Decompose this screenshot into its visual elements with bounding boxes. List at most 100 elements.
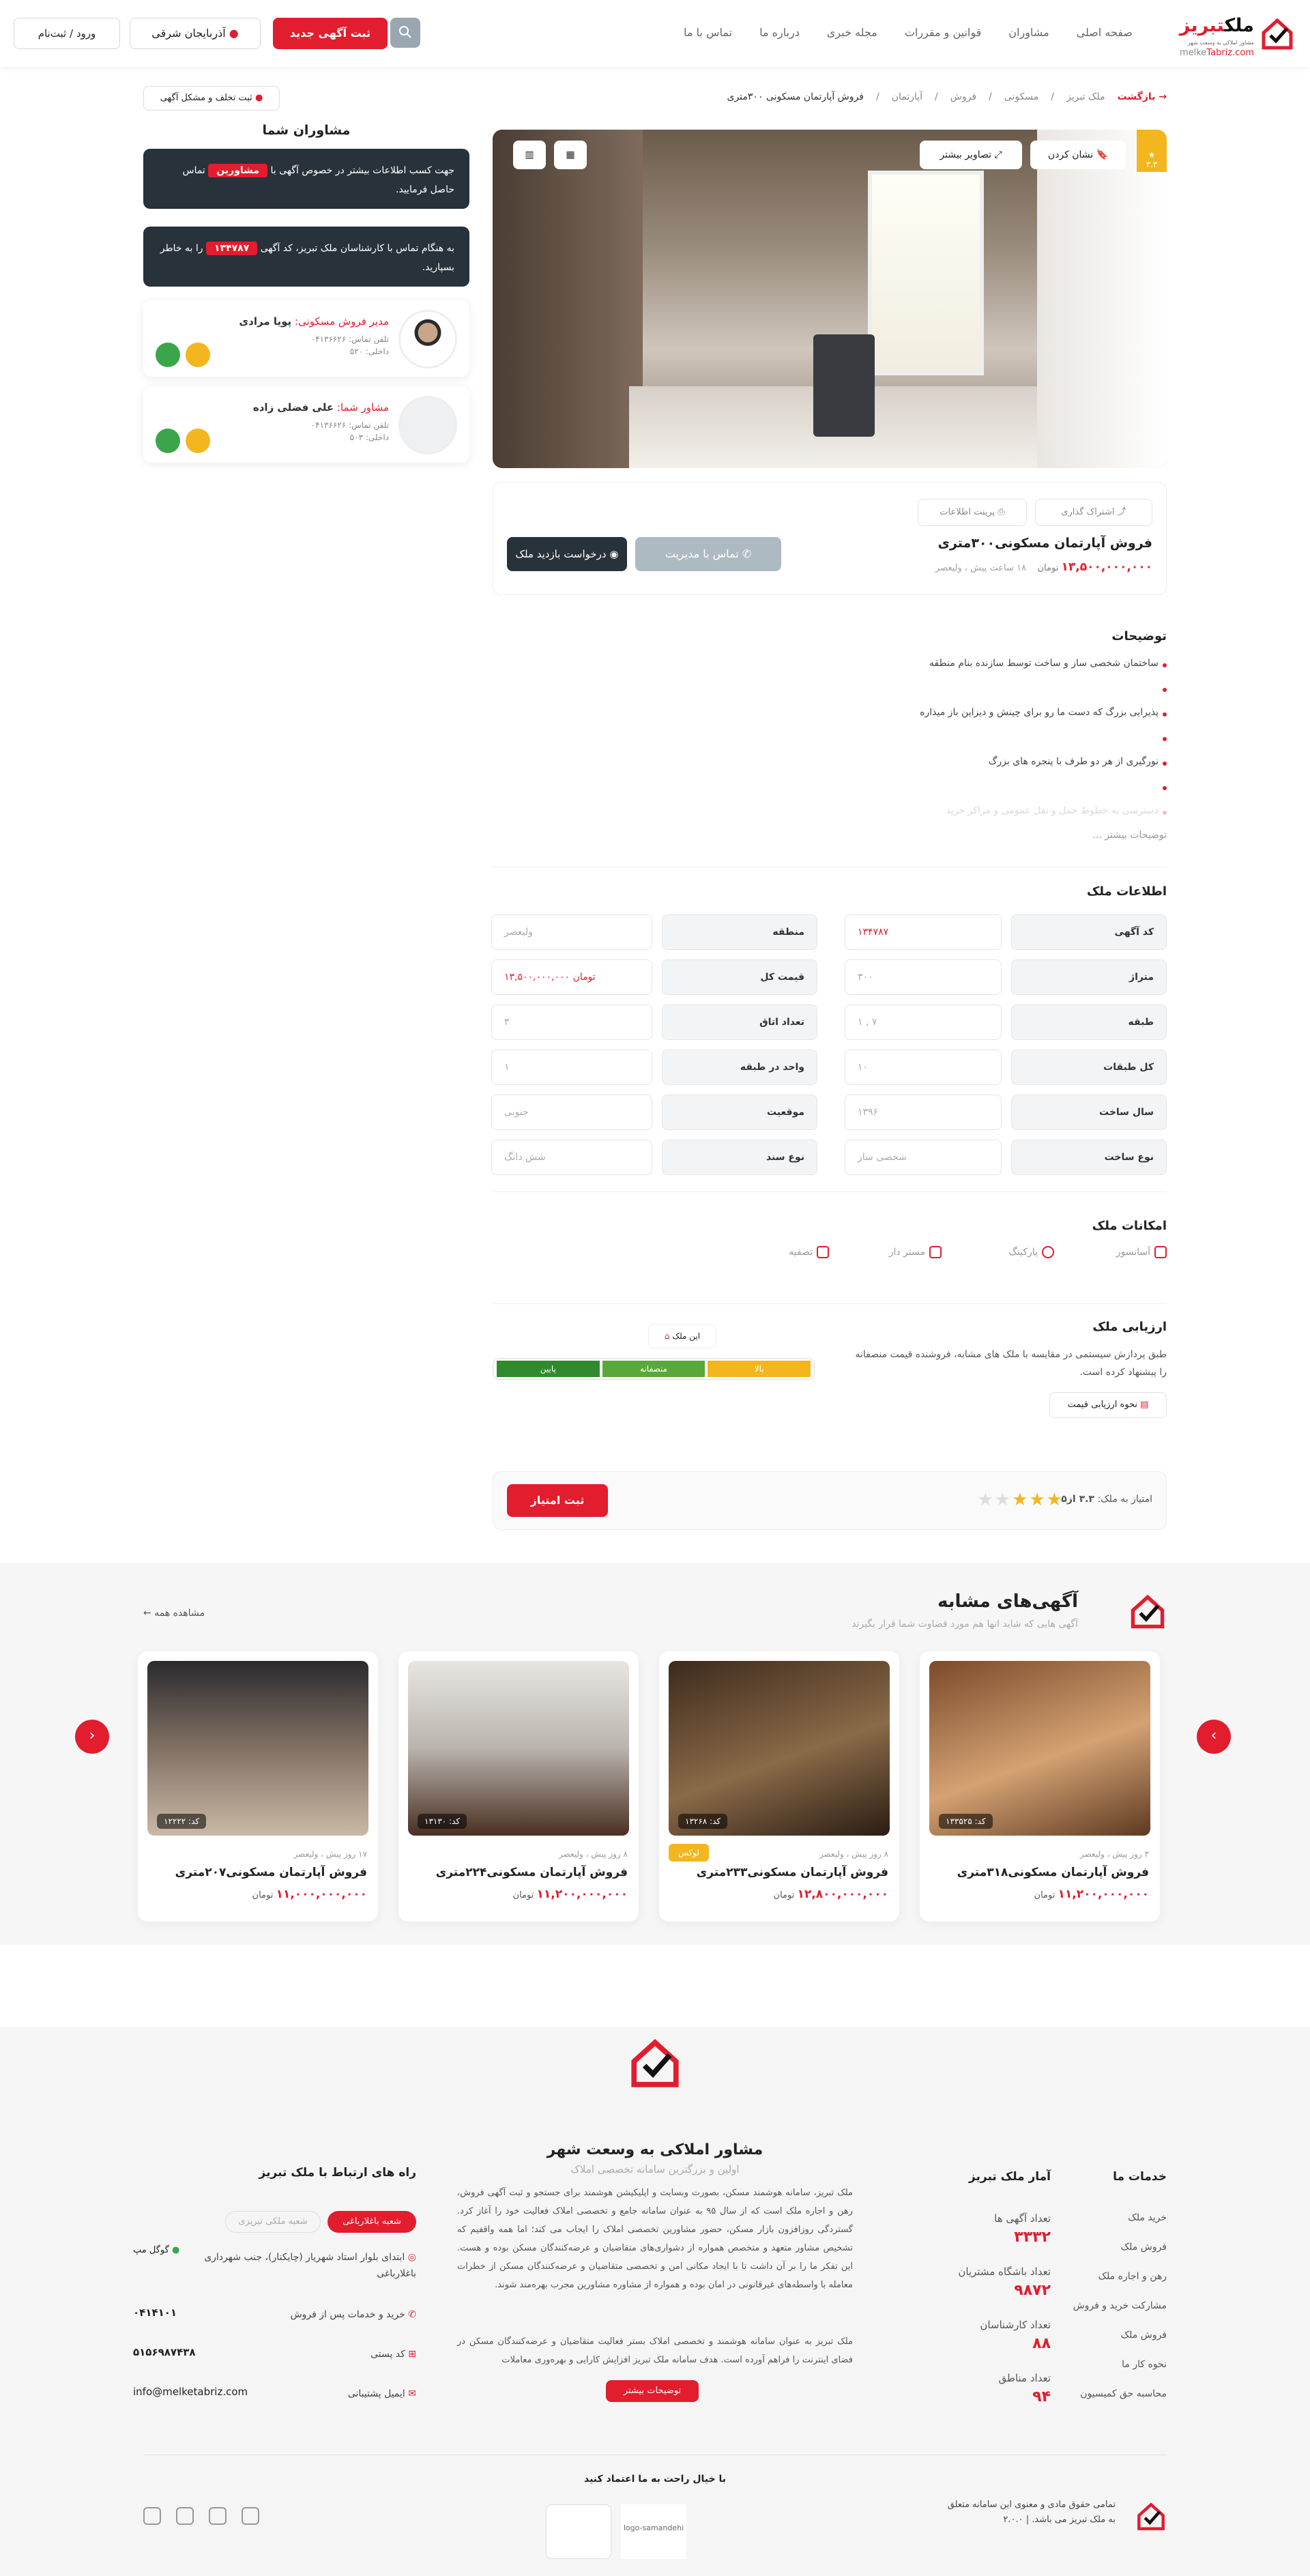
contact-manager-button[interactable]: ✆ تماس با مدیریت [635,537,781,571]
branch-tab-active[interactable]: شعبه باغلارباغی [328,2211,416,2233]
similar-ads-section: آگهی‌های مشابه آگهی هایی که شاید انها هم… [0,1563,1310,1945]
house-logo-icon [1262,18,1293,50]
breadcrumb-item[interactable]: ملک تبریز [1066,91,1105,102]
ad-meta: ۳ روز پیش ، ولیعصر [1079,1849,1149,1859]
property-summary: ⤴ اشتراک گذاری ⎙ پرینت اطلاعات فروش آپار… [493,482,1167,595]
layout-button[interactable]: ▦ [554,141,587,169]
property-field-label: کد آگهی [1011,914,1167,950]
similar-ad-card[interactable]: کد: ۱۲۲۲۲ ۱۷ روز پیش ، ولیعصر فروش آپارت… [138,1651,378,1922]
property-field-label: متراژ [1011,959,1167,995]
adviser-role: مدیر فروش مسکونی: پویا مرادی [239,315,389,328]
search-icon [399,25,411,38]
property-field-value: ۱ [491,1050,652,1085]
chat-button[interactable] [186,343,210,367]
service-link[interactable]: محاسبه حق کمیسیون [1080,2388,1167,2399]
call-button[interactable] [156,429,180,453]
gallery-button[interactable]: ⤢ تصاویر بیشتر [920,141,1022,169]
report-ad-button[interactable]: ● ثبت تخلف و مشکل آگهی [143,86,280,111]
ad-title: فروش آپارتمان مسکونی۳۱۸متری [957,1866,1149,1879]
branch-select[interactable]: ● آذربایجان شرقی [130,18,261,49]
visit-request-button[interactable]: ◉ درخواست بازدید ملک [507,537,627,571]
support-phone[interactable]: ۰۴۱۴۱۰۱ [133,2306,177,2319]
breadcrumb-item[interactable]: مسکونی [1004,91,1039,102]
ad-code: کد: ۱۳۱۳۰ [418,1814,467,1829]
description-item: نورگیری از هر دو طرف با پنجره های بزرگ [988,756,1159,767]
property-field-label: قیمت کل [662,959,817,995]
whatsapp-icon[interactable] [209,2507,227,2525]
footer-subtitle: اولین و بزرگترین سامانه تخصصی املاک [570,2163,740,2175]
login-button[interactable]: ورود / ثبت‌نام [14,18,120,49]
stats-button[interactable]: ▥ [513,141,546,169]
bookmark-button[interactable]: 🔖 نشان کردن [1030,141,1126,169]
adviser-card[interactable]: مشاور شما: علی فضلی زاده تلفن تماس: ۰۴۱۳… [143,386,469,463]
ad-price: ۱۱,۰۰۰,۰۰۰,۰۰۰ تومان [252,1887,367,1901]
service-link[interactable]: فروش ملک [1121,2330,1167,2341]
search-button[interactable] [390,18,420,48]
footer: مشاور املاکی به وسعت شهر اولین و بزرگتری… [0,2027,1310,2576]
service-link[interactable]: مشارکت خرید و فروش [1073,2300,1167,2311]
footer-more-button[interactable]: توضیحات بیشتر [606,2380,699,2402]
submit-rating-button[interactable]: ثبت امتیاز [507,1484,608,1517]
property-photo[interactable]: ★ ۳.۳ 🔖 نشان کردن ⤢ تصاویر بیشتر ▦ ▥ [493,130,1167,468]
description-item-faded: دسترسی به خطوط حمل و نقل عمومی و مراکز خ… [946,805,1159,816]
nav-magazine[interactable]: مجله خبری [827,26,877,39]
star-icon: ★ [1148,150,1156,160]
advisers-title: مشاوران شما [262,123,351,138]
print-button[interactable]: ⎙ پرینت اطلاعات [918,499,1027,526]
adviser-phone: تلفن تماس: ۰۴۱۳۶۶۲۶ [310,420,389,430]
instagram-icon[interactable] [176,2507,194,2525]
service-link[interactable]: نحوه کار ما [1122,2359,1167,2370]
bed-icon [929,1246,942,1258]
similar-ad-card[interactable]: کد: ۱۳۳۵۲۵ ۳ روز پیش ، ولیعصر فروش آپارت… [920,1651,1160,1922]
nav-advisers[interactable]: مشاوران [1008,26,1049,39]
service-link[interactable]: رهن و اجاره ملک [1098,2271,1167,2282]
telegram-icon[interactable] [143,2507,161,2525]
stat-label: تعداد باشگاه مشتریان [958,2266,1051,2278]
bullet [1163,786,1167,790]
samandehi-badge[interactable]: logo-samandehi [621,2504,686,2559]
property-field-label: نوع ساخت [1011,1140,1167,1175]
address: ◎ ابتدای بلوار استاد شهریار (چایکنار)، ج… [204,2252,416,2279]
adviser-card[interactable]: مدیر فروش مسکونی: پویا مرادی تلفن تماس: … [143,300,469,377]
header: ملکتبریز مشاور املاکی به وسعت شهر melkeT… [0,0,1310,67]
rating-stars[interactable]: ★★★★★ [977,1490,1064,1510]
valuation-method-button[interactable]: ▤ نحوه ارزیابی قیمت [1049,1392,1167,1418]
branch-tab[interactable]: شعبه ملکی تبریزی [225,2211,321,2233]
service-link[interactable]: خرید ملک [1128,2212,1167,2223]
similar-title: آگهی‌های مشابه [937,1591,1078,1612]
property-field-value: ولیعصر [491,914,652,950]
property-info-title: اطلاعات ملک [1086,884,1167,899]
ad-meta: ۸ روز پیش ، ولیعصر [558,1849,628,1859]
chat-button[interactable] [186,429,210,453]
layout-icon: ▦ [566,149,575,160]
breadcrumb-item[interactable]: فروش [950,91,976,102]
luxury-badge: لوکس [669,1844,709,1862]
more-description-link[interactable]: توضیحات بیشتر ... [1092,830,1167,841]
google-map-link[interactable]: ● گوگل مپ [133,2245,179,2255]
breadcrumb-back[interactable]: → بازگشت [1118,91,1167,102]
similar-ad-card[interactable]: کد: ۱۳۱۳۰ ۸ روز پیش ، ولیعصر فروش آپارتم… [398,1651,639,1922]
site-logo[interactable]: ملکتبریز مشاور املاکی به وسعت شهر melkeT… [1172,14,1295,58]
call-button[interactable] [156,343,180,367]
email-row: ✉ ایمیل پشتیبانی [347,2388,416,2399]
share-button[interactable]: ⤴ اشتراک گذاری [1035,499,1152,526]
see-all-link[interactable]: مشاهده همه ← [143,1608,205,1619]
breadcrumb-item[interactable]: آپارتمان [892,91,922,102]
support-email[interactable]: info@melketabriz.com [133,2386,248,2398]
nav-home[interactable]: صفحه اصلی [1077,26,1133,39]
nav-rules[interactable]: قوانین و مقررات [905,26,981,39]
nav-contact[interactable]: تماس با ما [684,26,732,39]
rating-card: امتیاز به ملک: ۳.۳ از۵ ★★★★★ ثبت امتیاز [493,1471,1167,1530]
twitter-icon[interactable] [242,2507,259,2525]
enamad-badge[interactable] [546,2504,611,2559]
chevron-left-icon: ‹ [89,1727,96,1744]
bullet [1163,712,1167,717]
postal-code: ۵۱۵۶۹۸۷۴۳۸ [133,2346,196,2358]
prev-arrow[interactable]: ‹ [75,1720,109,1754]
similar-ad-card[interactable]: کد: ۱۳۲۶۸ لوکس ۸ روز پیش ، ولیعصر فروش آ… [659,1651,899,1922]
service-link[interactable]: فروش ملک [1121,2242,1167,2253]
valuation-title: ارزیابی ملک [1092,1320,1167,1334]
nav-about[interactable]: درباره ما [759,26,800,39]
next-arrow[interactable]: › [1197,1720,1231,1754]
new-ad-button[interactable]: ثبت آگهی جدید [273,18,388,49]
